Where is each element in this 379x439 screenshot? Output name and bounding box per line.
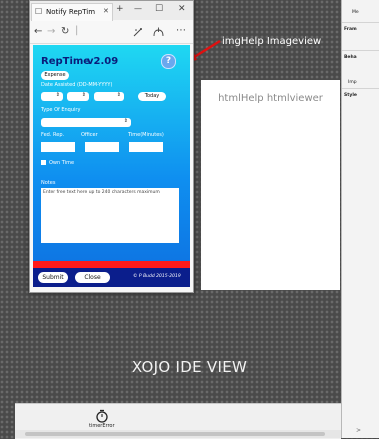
fed-rep-field[interactable]	[41, 142, 75, 152]
notes-label: Notes	[41, 180, 56, 186]
month-dropdown[interactable]: ⇕	[67, 92, 89, 101]
notes-placeholder: Enter free text here up to 240 character…	[43, 190, 160, 195]
divider	[342, 50, 379, 51]
notes-textarea[interactable]: Enter free text here up to 240 character…	[41, 188, 179, 243]
divider	[342, 88, 379, 89]
close-tab-icon[interactable]: ✕	[103, 7, 109, 15]
browser-tab[interactable]: ☐ Notify RepTim ✕	[31, 3, 113, 21]
maximize-icon[interactable]: ☐	[155, 4, 163, 14]
officer-label: Officer	[81, 132, 98, 138]
app-title: RepTime	[41, 56, 91, 67]
close-window-icon[interactable]: ✕	[178, 4, 186, 14]
minimize-icon[interactable]: —	[134, 4, 142, 13]
inspector-section[interactable]: Style	[344, 93, 357, 98]
inspector-section[interactable]: Beha	[344, 55, 357, 60]
ide-view-caption: XOJO IDE VIEW	[131, 358, 248, 376]
back-icon[interactable]: ←	[34, 26, 42, 37]
scroll-right-icon[interactable]: >	[356, 427, 361, 434]
refresh-icon[interactable]: ↻	[61, 26, 69, 37]
own-time-label: Own Time	[49, 160, 75, 166]
inspector-section[interactable]: Fram	[344, 27, 357, 32]
expense-button[interactable]: Expense	[41, 71, 69, 80]
time-label: Time(Minutes)	[128, 132, 164, 138]
forward-icon[interactable]: →	[47, 26, 55, 37]
new-tab-icon[interactable]: +	[116, 4, 124, 14]
imageview-label: imgHelp Imageview	[222, 36, 322, 47]
html-viewer[interactable]: htmlHelp htmlviewer	[201, 80, 340, 290]
tab-bar: ☐ Notify RepTim ✕ + — ☐ ✕	[30, 1, 193, 21]
copyright: © P Budd 2015-2019	[133, 274, 181, 279]
more-icon[interactable]: ⋯	[176, 25, 186, 36]
enquiry-label: Type Of Enquiry	[41, 107, 81, 113]
scrollbar-thumb[interactable]	[25, 432, 325, 436]
page-icon: ☐	[35, 7, 43, 16]
date-label: Date Assisted (DD-MM-YYYY)	[41, 82, 113, 88]
tab-title: Notify RepTim	[46, 8, 96, 16]
chevron-updown-icon: ⇕	[55, 92, 60, 98]
inspector-row[interactable]: Imp	[348, 80, 357, 85]
inspector-row[interactable]: Me	[352, 10, 359, 15]
address-bar-divider: |	[75, 25, 79, 36]
reading-list-icon[interactable]	[133, 27, 143, 37]
divider	[342, 22, 379, 23]
share-icon[interactable]	[153, 27, 164, 37]
enquiry-dropdown[interactable]: ⇕	[41, 118, 131, 127]
timer-label: timerError	[89, 423, 115, 429]
status-bar	[33, 261, 190, 268]
html-viewer-label: htmlHelp htmlviewer	[218, 93, 323, 104]
chevron-updown-icon: ⇕	[123, 118, 128, 124]
officer-field[interactable]	[85, 142, 119, 152]
help-icon[interactable]: ?	[161, 54, 176, 69]
fed-rep-label: Fed. Rep.	[41, 132, 65, 138]
chevron-updown-icon: ⇕	[116, 92, 121, 98]
app-version: v2.09	[87, 56, 119, 67]
chevron-updown-icon: ⇕	[81, 92, 86, 98]
reptime-app: RepTime v2.09 ? Expense Date Assisted (D…	[33, 45, 190, 287]
year-dropdown[interactable]: ⇕	[94, 92, 124, 101]
footer-bar: Submit Close © P Budd 2015-2019	[33, 268, 190, 287]
close-button[interactable]: Close	[75, 272, 110, 283]
navigation-bar: ← → ↻ | ⋯	[30, 21, 193, 44]
day-dropdown[interactable]: ⇕	[41, 92, 63, 101]
submit-button[interactable]: Submit	[38, 272, 68, 283]
time-field[interactable]	[129, 142, 163, 152]
today-button[interactable]: Today	[138, 92, 166, 101]
timer-icon[interactable]	[95, 408, 109, 423]
own-time-checkbox[interactable]	[41, 160, 46, 165]
browser-window: ☐ Notify RepTim ✕ + — ☐ ✕ ← → ↻ | ⋯ RepT…	[29, 0, 194, 293]
